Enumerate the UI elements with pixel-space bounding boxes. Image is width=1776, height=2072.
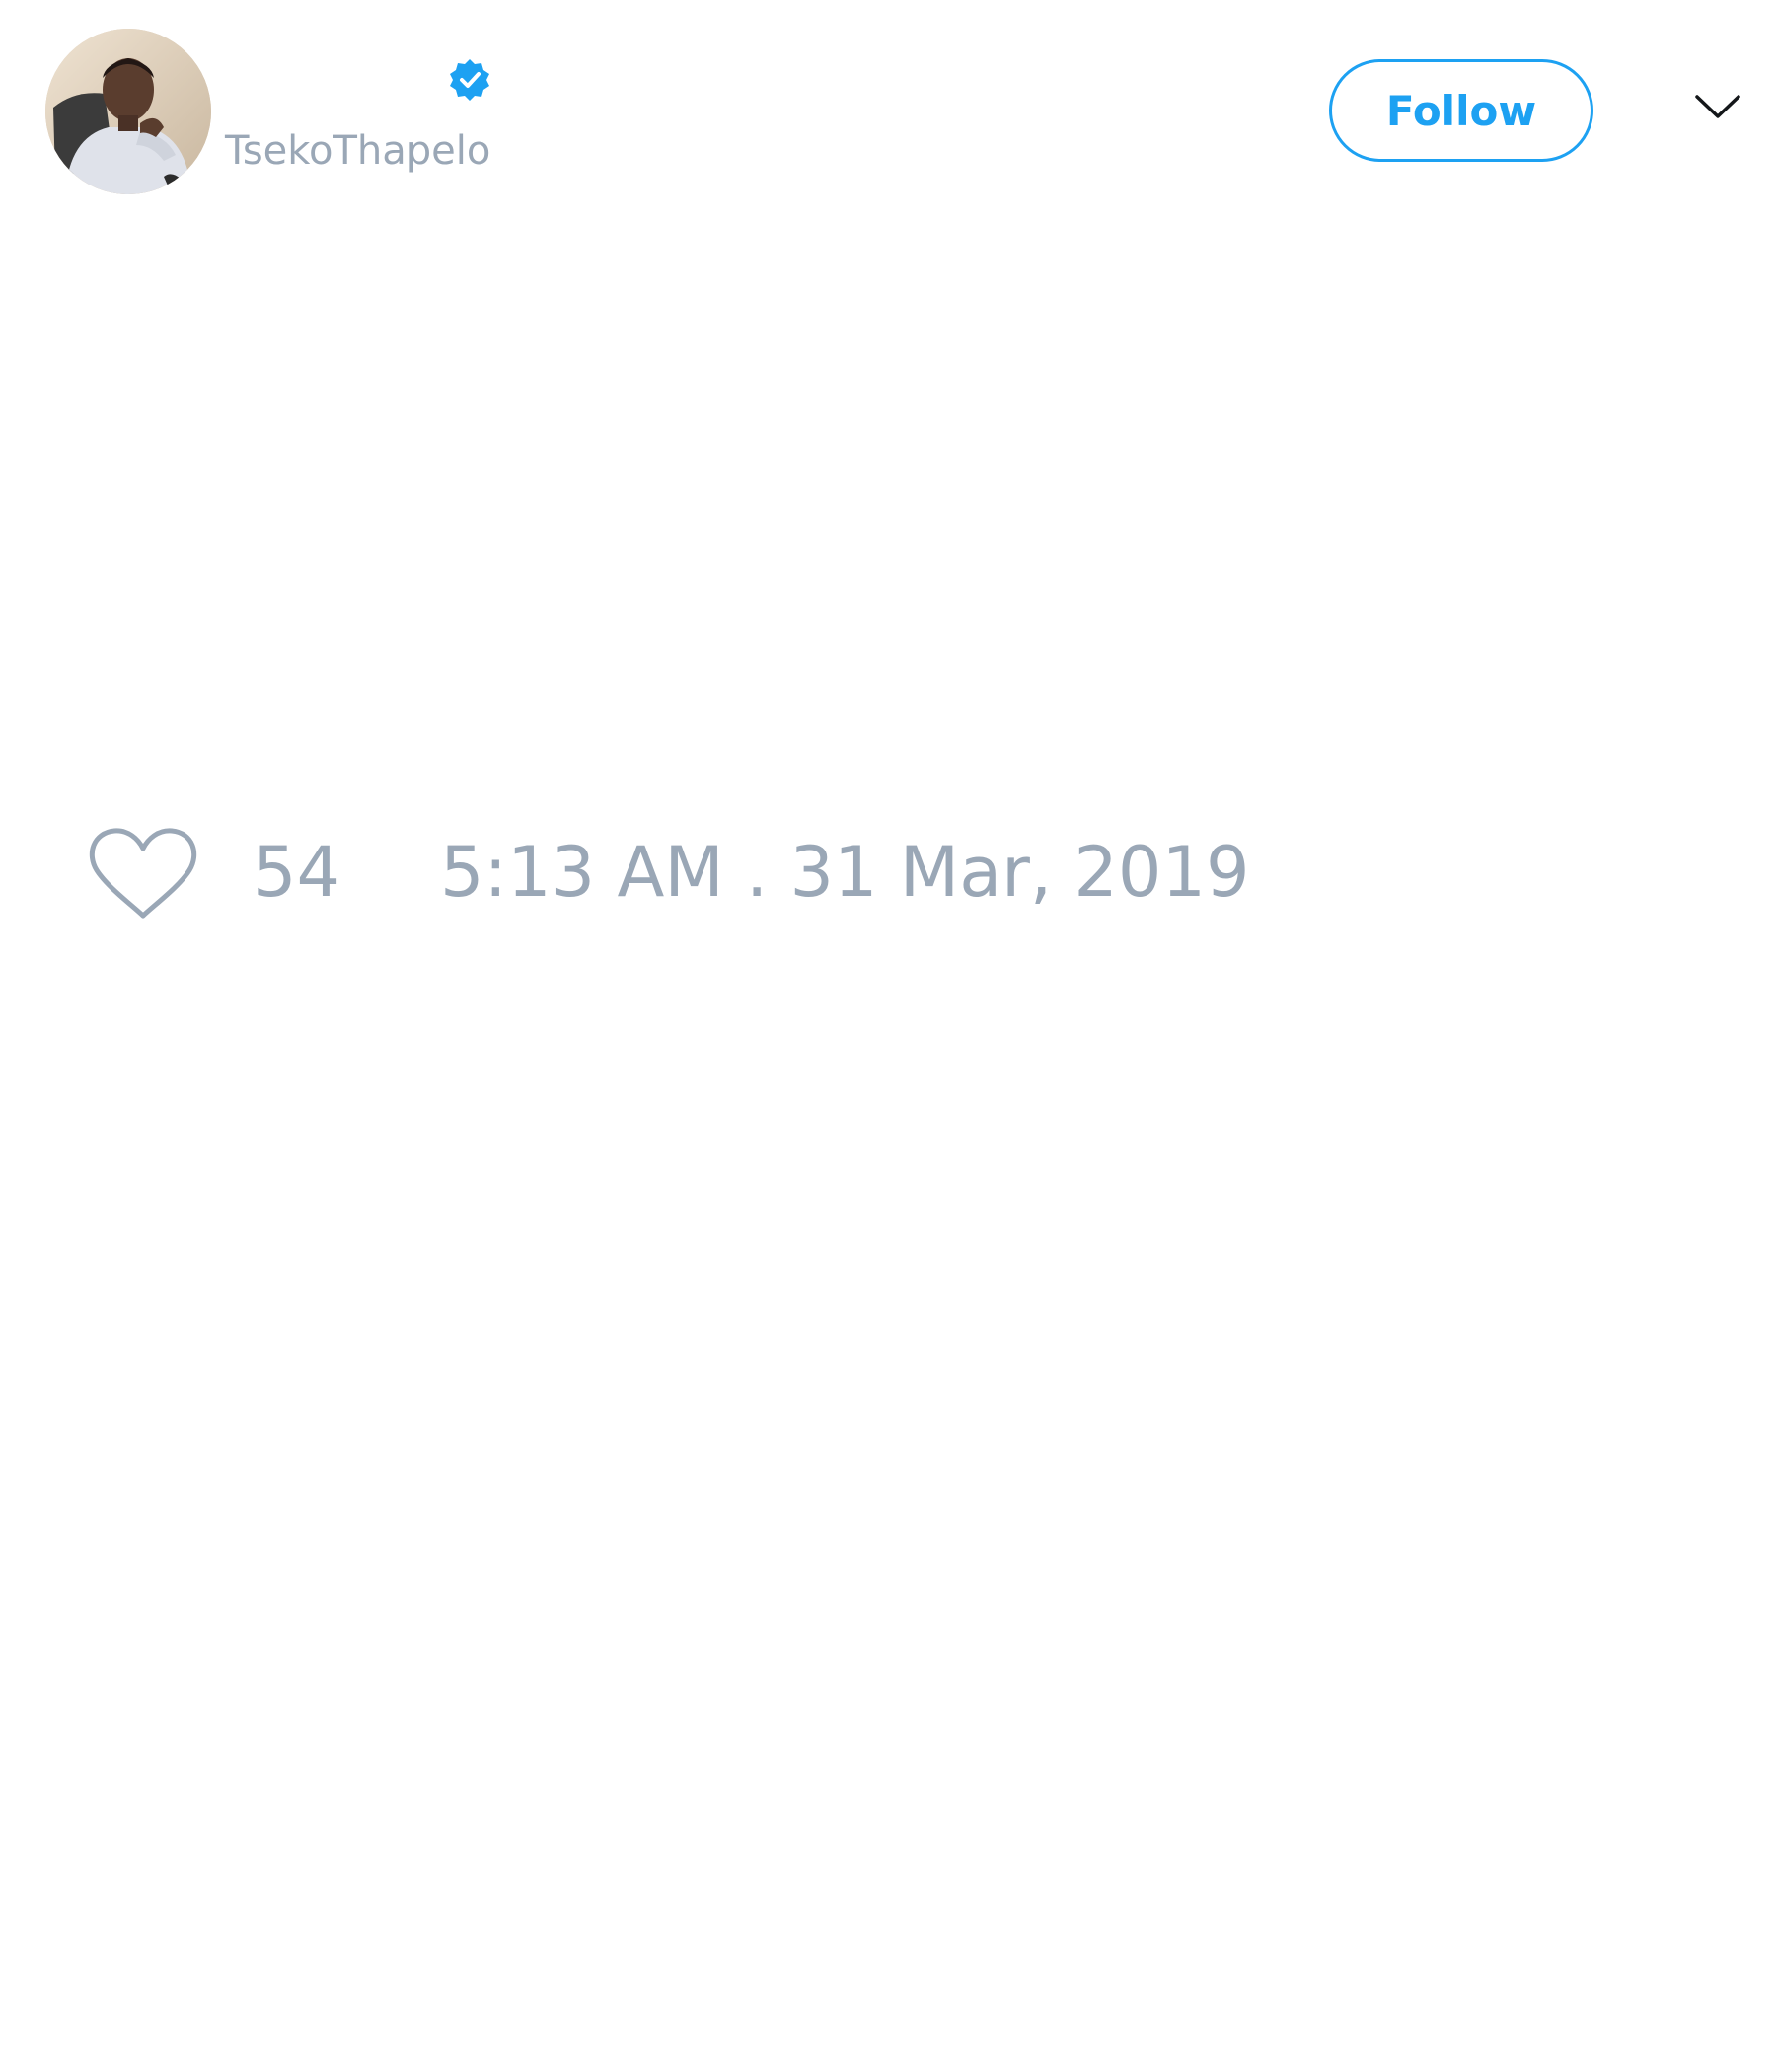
verified-badge-icon bbox=[450, 59, 489, 101]
follow-button[interactable]: Follow bbox=[1329, 59, 1593, 162]
avatar[interactable] bbox=[45, 29, 211, 194]
chevron-down-icon[interactable] bbox=[1693, 89, 1742, 124]
display-name[interactable] bbox=[225, 57, 442, 103]
author-handle[interactable]: TsekoThapelo bbox=[225, 126, 490, 176]
like-count: 54 bbox=[253, 832, 341, 913]
tweet-timestamp[interactable]: 5:13 AM . 31 Mar, 2019 bbox=[440, 831, 1250, 914]
heart-outline-icon[interactable] bbox=[87, 825, 199, 924]
tweet-header: TsekoThapelo Follow bbox=[0, 0, 1776, 217]
tweet-actions: 54 5:13 AM . 31 Mar, 2019 bbox=[0, 819, 1776, 937]
avatar-photo bbox=[45, 29, 211, 194]
